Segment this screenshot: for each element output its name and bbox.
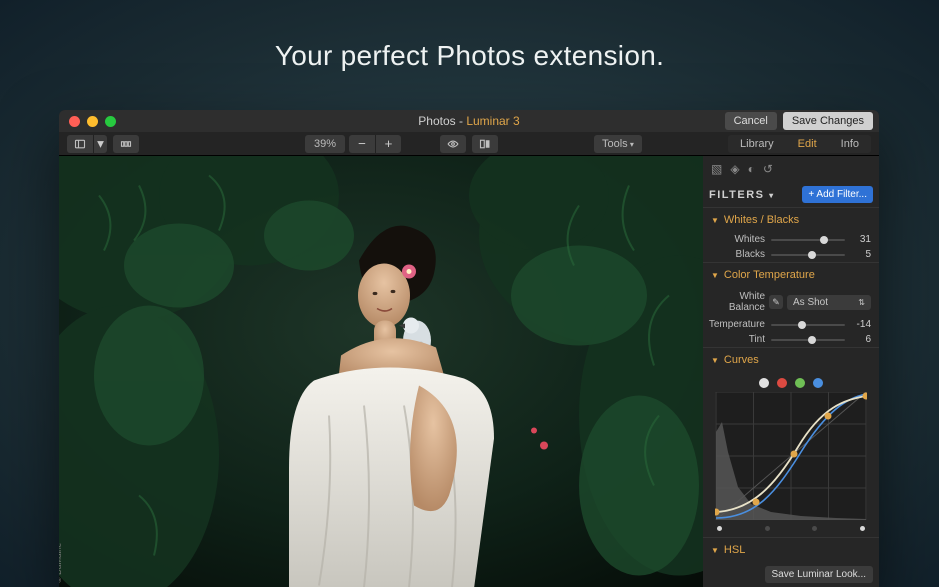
tab-library[interactable]: Library xyxy=(728,135,786,153)
layout-segment: ▾ xyxy=(67,135,107,153)
slider-tint[interactable]: Tint 6 xyxy=(703,332,879,347)
preview-eye-icon[interactable] xyxy=(440,135,466,153)
zoom-percent[interactable]: 39% xyxy=(305,135,345,153)
save-look-button[interactable]: Save Luminar Look... xyxy=(765,566,874,583)
disclosure-icon: ▼ xyxy=(711,216,719,225)
tab-edit[interactable]: Edit xyxy=(786,135,829,153)
panel-whites-blacks: ▼ Whites / Blacks Whites 31 Blacks 5 xyxy=(703,207,879,262)
title-app: Photos xyxy=(418,114,455,128)
curve-channel-green[interactable] xyxy=(795,378,805,388)
panel-head-hsl[interactable]: ▼ HSL xyxy=(703,538,879,562)
zoom-in-button[interactable]: + xyxy=(375,135,401,153)
panel-head-curves[interactable]: ▼ Curves xyxy=(703,348,879,372)
disclosure-icon: ▼ xyxy=(711,546,719,555)
slider-blacks[interactable]: Blacks 5 xyxy=(703,247,879,262)
chevron-updown-icon: ⇅ xyxy=(858,298,865,307)
mode-tabs: Library Edit Info xyxy=(728,135,871,153)
layout-dropdown-icon[interactable]: ▾ xyxy=(93,135,107,153)
panel-head-color-temp[interactable]: ▼ Color Temperature xyxy=(703,263,879,287)
curve-channel-red[interactable] xyxy=(777,378,787,388)
histogram-icon[interactable]: ▧ xyxy=(711,162,722,176)
titlebar-actions: Cancel Save Changes xyxy=(725,112,873,130)
wb-value: As Shot xyxy=(793,297,828,308)
save-changes-button[interactable]: Save Changes xyxy=(783,112,873,130)
slider-label: Tint xyxy=(703,334,765,345)
slider-value: 6 xyxy=(851,334,871,345)
tools-label: Tools xyxy=(602,138,628,150)
filters-header: FILTERS ▾ + Add Filter... xyxy=(703,182,879,207)
close-button[interactable] xyxy=(69,116,80,127)
maximize-button[interactable] xyxy=(105,116,116,127)
panel-title: Color Temperature xyxy=(724,269,815,281)
add-filter-button[interactable]: + Add Filter... xyxy=(802,186,873,203)
sidebar-category-icons: ▧ ◈ ◐ ↺ xyxy=(703,156,879,182)
panel-curves: ▼ Curves xyxy=(703,347,879,537)
slider-label: Blacks xyxy=(703,249,765,260)
filters-title[interactable]: FILTERS ▾ xyxy=(709,189,775,201)
curve-dot[interactable] xyxy=(812,526,817,531)
slider-track[interactable] xyxy=(771,324,845,326)
filmstrip-icon[interactable] xyxy=(113,135,139,153)
minimize-button[interactable] xyxy=(87,116,98,127)
mask-icon[interactable]: ◐ xyxy=(748,162,755,176)
photo-credit: © DaMaine xyxy=(59,543,63,583)
layers-icon[interactable]: ◈ xyxy=(730,162,739,176)
slider-thumb[interactable] xyxy=(808,336,816,344)
panel-head-whites-blacks[interactable]: ▼ Whites / Blacks xyxy=(703,208,879,232)
curve-channel-selector xyxy=(703,372,879,392)
curve-dot[interactable] xyxy=(860,526,865,531)
zoom-out-button[interactable]: − xyxy=(349,135,375,153)
slider-whites[interactable]: Whites 31 xyxy=(703,232,879,247)
disclosure-icon: ▼ xyxy=(711,356,719,365)
curve-dot[interactable] xyxy=(717,526,722,531)
curve-preset-dots xyxy=(703,526,879,537)
slider-thumb[interactable] xyxy=(820,236,828,244)
slider-track[interactable] xyxy=(771,254,845,256)
slider-thumb[interactable] xyxy=(798,321,806,329)
slider-track[interactable] xyxy=(771,339,845,341)
toolbar: ▾ 39% − + Tools ▾ Library Edit Info xyxy=(59,132,879,156)
eyedropper-icon[interactable]: ✎ xyxy=(769,295,783,309)
slider-temperature[interactable]: Temperature -14 xyxy=(703,317,879,332)
panel-title: HSL xyxy=(724,544,745,556)
wb-label: White Balance xyxy=(703,291,765,313)
hero-title: Your perfect Photos extension. xyxy=(0,40,939,72)
app-window: Photos - Luminar 3 Cancel Save Changes ▾… xyxy=(59,110,879,587)
title-sep: - xyxy=(456,114,467,128)
filters-title-text: FILTERS xyxy=(709,189,765,201)
disclosure-icon: ▼ xyxy=(711,271,719,280)
slider-thumb[interactable] xyxy=(808,251,816,259)
slider-value: 31 xyxy=(851,234,871,245)
panel-title: Whites / Blacks xyxy=(724,214,799,226)
slider-track[interactable] xyxy=(771,239,845,241)
curves-canvas[interactable] xyxy=(715,392,867,520)
image-canvas[interactable]: © DaMaine xyxy=(59,156,703,587)
panel-title: Curves xyxy=(724,354,759,366)
title-extension: Luminar 3 xyxy=(466,114,519,128)
tab-info[interactable]: Info xyxy=(829,135,871,153)
curve-channel-blue[interactable] xyxy=(813,378,823,388)
panel-color-temperature: ▼ Color Temperature White Balance ✎ As S… xyxy=(703,262,879,347)
traffic-lights xyxy=(59,116,116,127)
filmstrip-toggle[interactable] xyxy=(113,135,139,153)
edit-sidebar: ▧ ◈ ◐ ↺ FILTERS ▾ + Add Filter... ▼ Whit… xyxy=(703,156,879,587)
compare-split-icon[interactable] xyxy=(472,135,498,153)
curve-dot[interactable] xyxy=(765,526,770,531)
curve-channel-luma[interactable] xyxy=(759,378,769,388)
slider-value: 5 xyxy=(851,249,871,260)
history-icon[interactable]: ↺ xyxy=(763,162,773,176)
white-balance-row: White Balance ✎ As Shot ⇅ xyxy=(703,287,879,317)
slider-label: Whites xyxy=(703,234,765,245)
slider-label: Temperature xyxy=(703,319,765,330)
wb-dropdown[interactable]: As Shot ⇅ xyxy=(787,295,871,310)
titlebar: Photos - Luminar 3 Cancel Save Changes xyxy=(59,110,879,132)
slider-value: -14 xyxy=(851,319,871,330)
tools-dropdown[interactable]: Tools ▾ xyxy=(594,135,642,153)
sidebar-toggle-icon[interactable] xyxy=(67,135,93,153)
main-area: © DaMaine ▧ ◈ ◐ ↺ FILTERS ▾ + Add Filter… xyxy=(59,156,879,587)
cancel-button[interactable]: Cancel xyxy=(725,112,777,130)
zoom-controls: 39% − + xyxy=(305,135,401,153)
preview-controls xyxy=(440,135,498,153)
panel-hsl: ▼ HSL xyxy=(703,537,879,562)
